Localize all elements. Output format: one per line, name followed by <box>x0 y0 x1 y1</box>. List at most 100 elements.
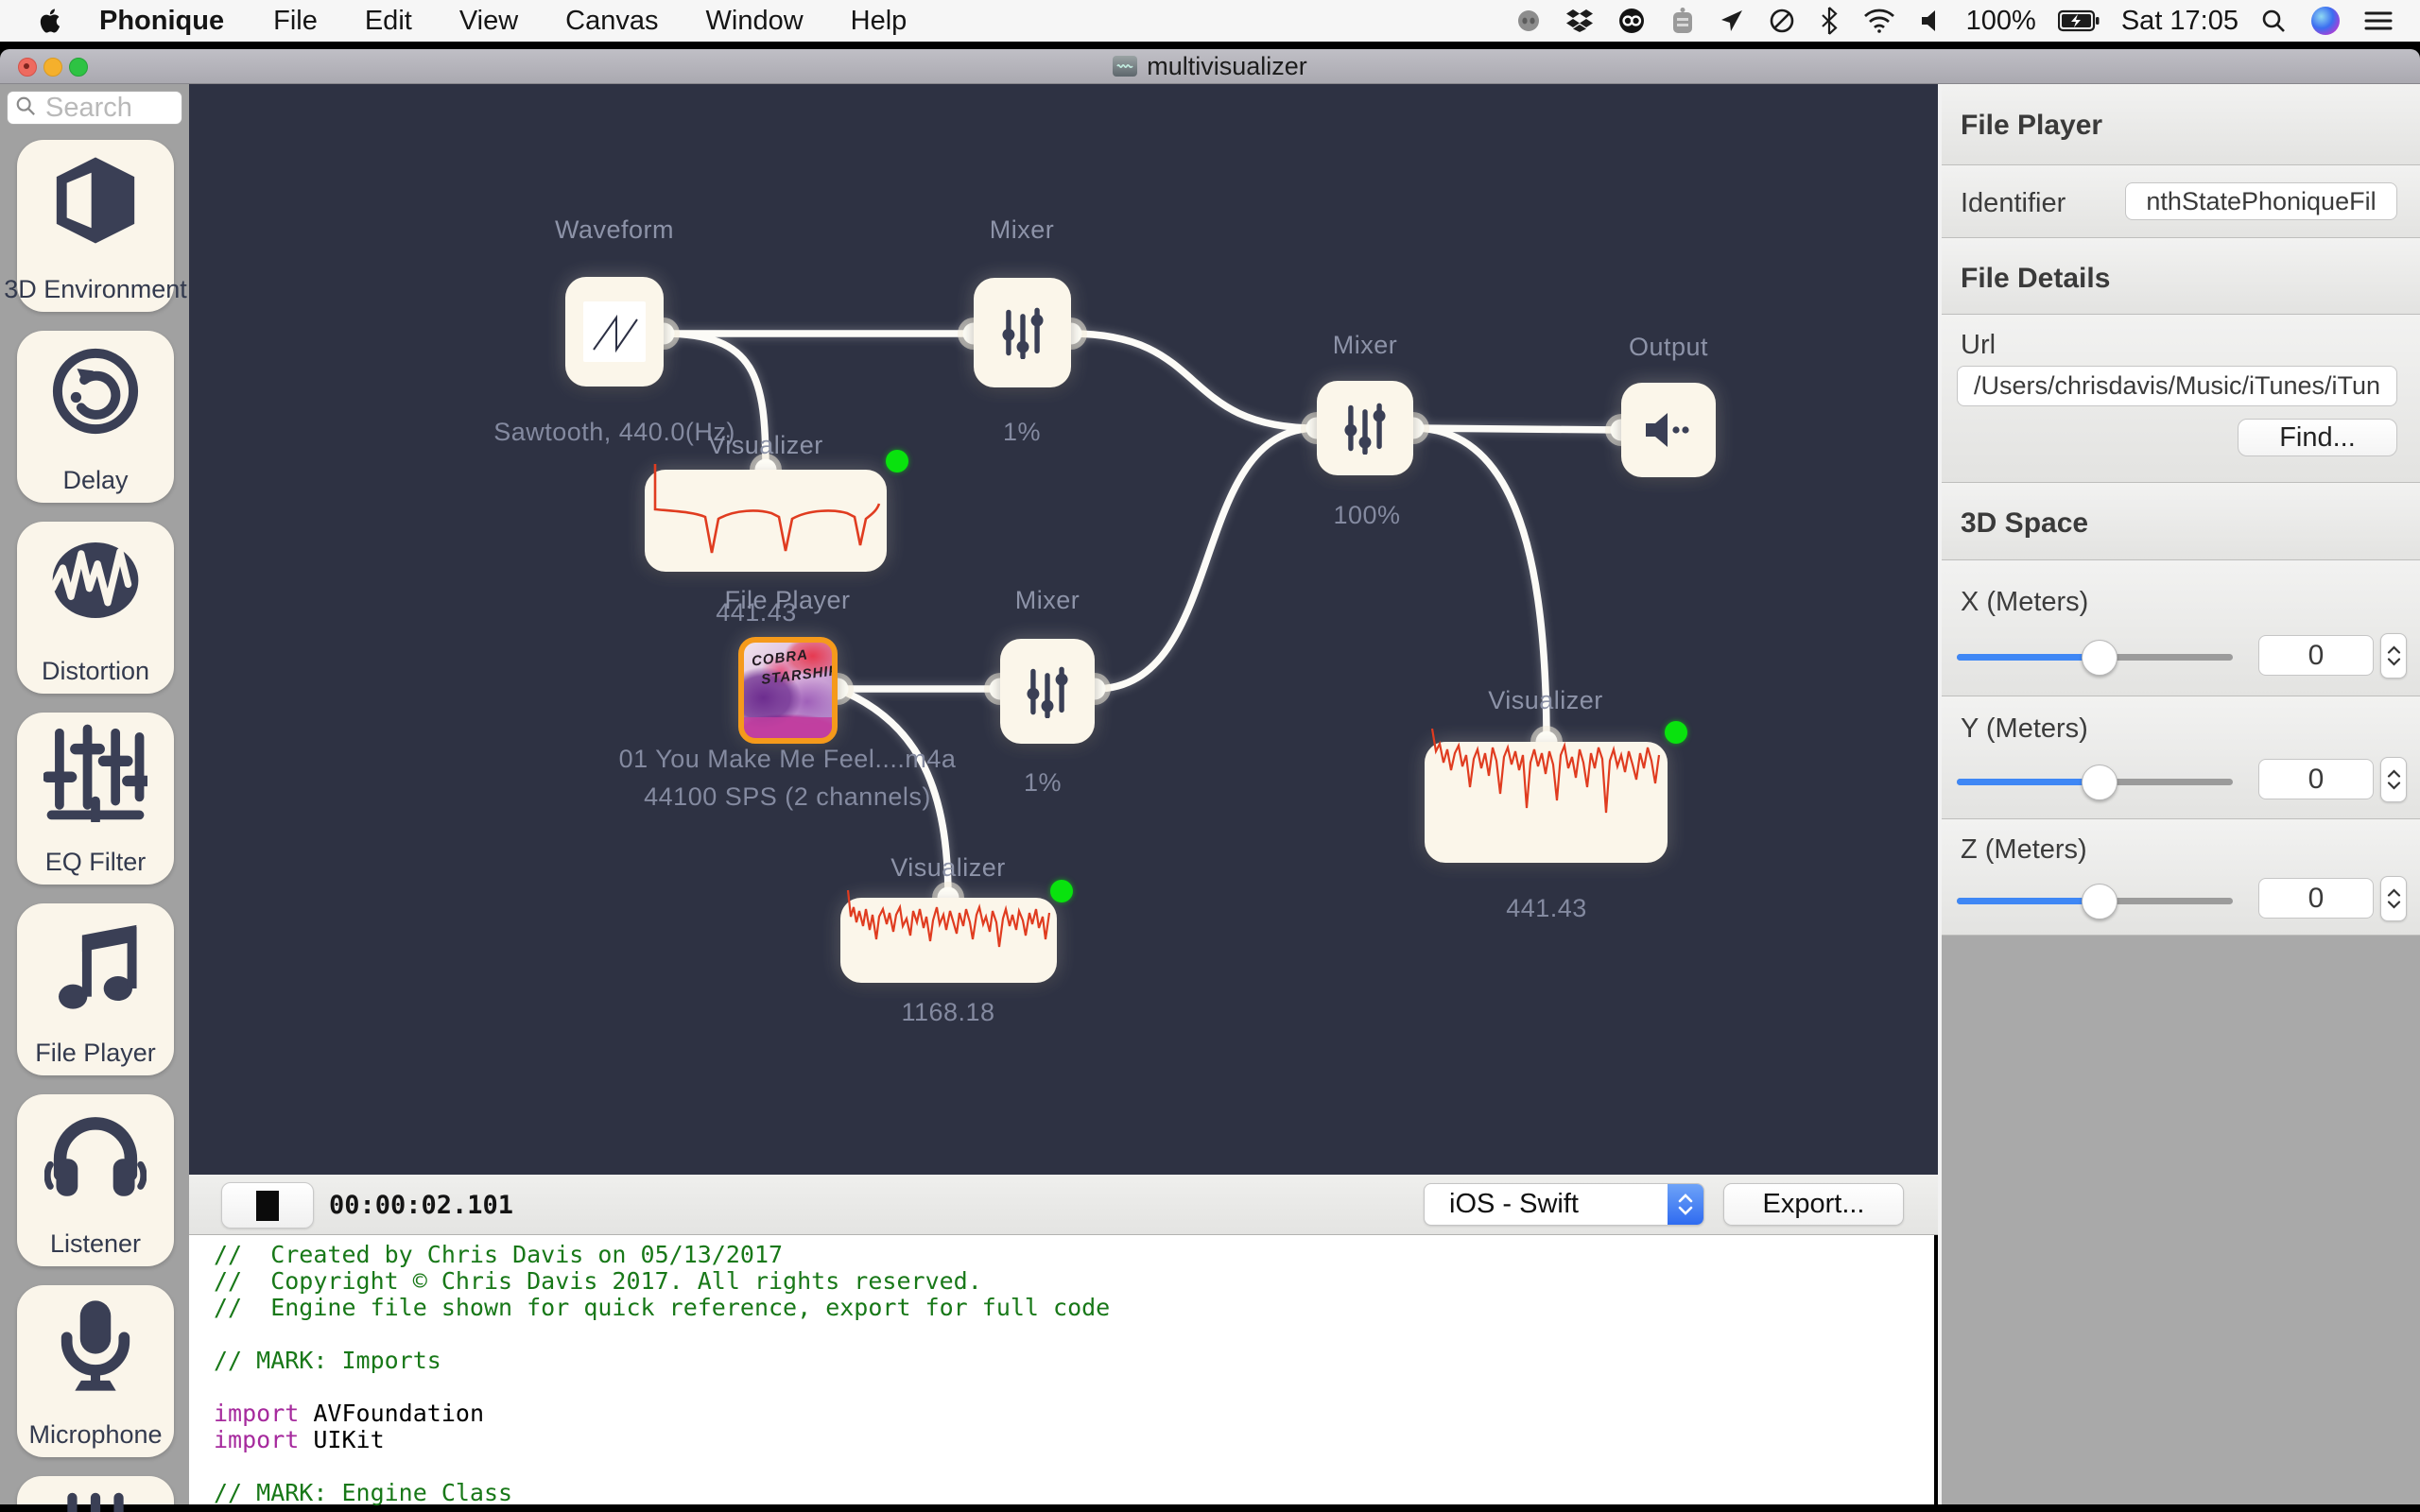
menu-status-area: 100% Sat 17:05 <box>1503 6 2420 37</box>
node-title: Mixer <box>1333 331 1398 360</box>
x-slider-knob[interactable] <box>2082 640 2118 676</box>
sawtooth-icon <box>583 301 646 362</box>
mixer-node-3[interactable] <box>1317 381 1413 475</box>
z-axis-section: Z (Meters) <box>1942 819 2420 936</box>
location-menu-icon[interactable] <box>1707 9 1756 33</box>
y-stepper[interactable] <box>2380 757 2407 802</box>
z-stepper[interactable] <box>2380 876 2407 921</box>
notification-center-icon[interactable] <box>2352 9 2405 32</box>
z-slider[interactable] <box>1957 898 2233 904</box>
code-module: UIKit <box>313 1426 384 1453</box>
bluetooth-menu-icon[interactable] <box>1807 7 1851 35</box>
mixer-icon <box>1000 639 1095 744</box>
node-value: 1% <box>1003 418 1041 447</box>
z-slider-knob[interactable] <box>2082 884 2118 919</box>
x-value-field[interactable] <box>2258 635 2374 676</box>
window-title: multivisualizer <box>1147 52 1307 81</box>
equalizer-icon <box>17 724 174 822</box>
palette-item-3d-environment[interactable]: 3D Environment <box>17 140 174 312</box>
menu-edit[interactable]: Edit <box>341 6 436 37</box>
password-robot-menu-icon[interactable] <box>1658 7 1707 35</box>
mixer-icon <box>974 278 1071 387</box>
music-note-icon <box>17 915 174 1013</box>
palette-item-file-player[interactable]: File Player <box>17 903 174 1075</box>
do-not-disturb-menu-icon[interactable] <box>1756 8 1807 34</box>
waveform-node[interactable] <box>565 277 664 387</box>
url-field[interactable] <box>1957 366 2397 406</box>
screen: Phonique File Edit View Canvas Window He… <box>0 0 2420 1512</box>
spotlight-search-icon[interactable] <box>2248 8 2299 34</box>
wifi-menu-icon[interactable] <box>1851 9 1908 33</box>
adobe-cc-menu-icon[interactable] <box>1605 7 1658 35</box>
palette-item-label: Listener <box>50 1229 141 1259</box>
space-title: 3D Space <box>1961 507 2088 540</box>
palette-search-box[interactable] <box>7 91 182 125</box>
menu-canvas[interactable]: Canvas <box>542 6 682 37</box>
mixer-node-2[interactable] <box>1000 639 1095 744</box>
menu-view[interactable]: View <box>436 6 542 37</box>
siri-icon[interactable] <box>2299 7 2352 35</box>
code-preview[interactable]: // Created by Chris Davis on 05/13/2017 … <box>189 1235 1934 1504</box>
x-axis-label: X (Meters) <box>1961 587 2088 618</box>
find-button[interactable]: Find... <box>2238 419 2397 456</box>
menu-clock[interactable]: Sat 17:05 <box>2112 6 2248 37</box>
palette-item-eq-filter[interactable]: EQ Filter <box>17 713 174 885</box>
z-value-field[interactable] <box>2258 878 2374 919</box>
album-band <box>744 717 832 729</box>
speaker-icon <box>1621 383 1716 477</box>
y-slider[interactable] <box>1957 779 2233 785</box>
palette-item-partial[interactable] <box>17 1476 174 1504</box>
apple-menu-icon[interactable] <box>0 7 74 35</box>
node-value: 01 You Make Me Feel....m4a <box>619 745 957 774</box>
visualizer-node-1[interactable] <box>645 470 887 572</box>
inspector-section-header: File Player <box>1942 83 2420 165</box>
loop-arrow-icon <box>17 342 174 440</box>
document-proxy-icon[interactable] <box>1113 56 1137 77</box>
palette-item-distortion[interactable]: Distortion <box>17 522 174 694</box>
file-player-node[interactable]: COBRA STARSHIP <box>738 637 838 744</box>
export-button[interactable]: Export... <box>1723 1183 1904 1226</box>
menu-window[interactable]: Window <box>683 6 827 37</box>
stop-button[interactable] <box>221 1182 314 1228</box>
code-import-line: import AVFoundation <box>214 1400 484 1427</box>
palette-item-label: File Player <box>35 1039 156 1068</box>
x-stepper[interactable] <box>2380 633 2407 679</box>
platform-select[interactable]: iOS - Swift <box>1424 1183 1704 1226</box>
visualizer-node-3[interactable] <box>1425 742 1668 863</box>
menu-help[interactable]: Help <box>827 6 931 37</box>
palette-item-label: Distortion <box>42 657 149 686</box>
node-value: 1% <box>1024 768 1062 798</box>
palette-item-listener[interactable]: Listener <box>17 1094 174 1266</box>
node-value: Sawtooth, 440.0(Hz) <box>493 418 735 447</box>
transport-bar: 00:00:02.101 iOS - Swift Export... <box>189 1175 1938 1235</box>
y-axis-label: Y (Meters) <box>1961 713 2088 745</box>
mixer-node-1[interactable] <box>974 278 1071 387</box>
palette-item-microphone[interactable]: Microphone <box>17 1285 174 1457</box>
y-value-field[interactable] <box>2258 759 2374 799</box>
mixer-icon <box>17 1489 174 1512</box>
window-title-bar: multivisualizer <box>0 49 2420 84</box>
microphone-icon <box>17 1297 174 1395</box>
dropbox-menu-icon[interactable] <box>1554 9 1605 33</box>
patch-canvas[interactable]: Waveform Sawtooth, 440.0(Hz) Mixer 1% Vi… <box>189 83 1938 1175</box>
x-slider[interactable] <box>1957 654 2233 661</box>
menu-file[interactable]: File <box>250 6 341 37</box>
volume-menu-icon[interactable] <box>1908 9 1957 33</box>
code-keyword: import <box>214 1426 299 1453</box>
y-slider-knob[interactable] <box>2082 765 2118 800</box>
output-node[interactable] <box>1621 383 1716 477</box>
palette-item-delay[interactable]: Delay <box>17 331 174 503</box>
node-title: File Player <box>724 586 850 615</box>
mask-menu-icon[interactable] <box>1503 8 1554 34</box>
node-palette-sidebar: 3D Environment Delay Distortion EQ Fil <box>0 83 189 1504</box>
battery-icon[interactable] <box>2046 9 2112 32</box>
menu-app-name[interactable]: Phonique <box>74 6 250 37</box>
wire-mixer2-mixer3 <box>1095 428 1317 689</box>
active-indicator <box>1665 721 1687 744</box>
visualizer-node-2[interactable] <box>840 898 1057 983</box>
node-value: 100% <box>1333 501 1400 530</box>
waveform-trace <box>1432 742 1660 846</box>
identifier-field[interactable] <box>2125 182 2397 220</box>
platform-selected-value: iOS - Swift <box>1425 1189 1579 1220</box>
search-input[interactable] <box>43 92 170 125</box>
